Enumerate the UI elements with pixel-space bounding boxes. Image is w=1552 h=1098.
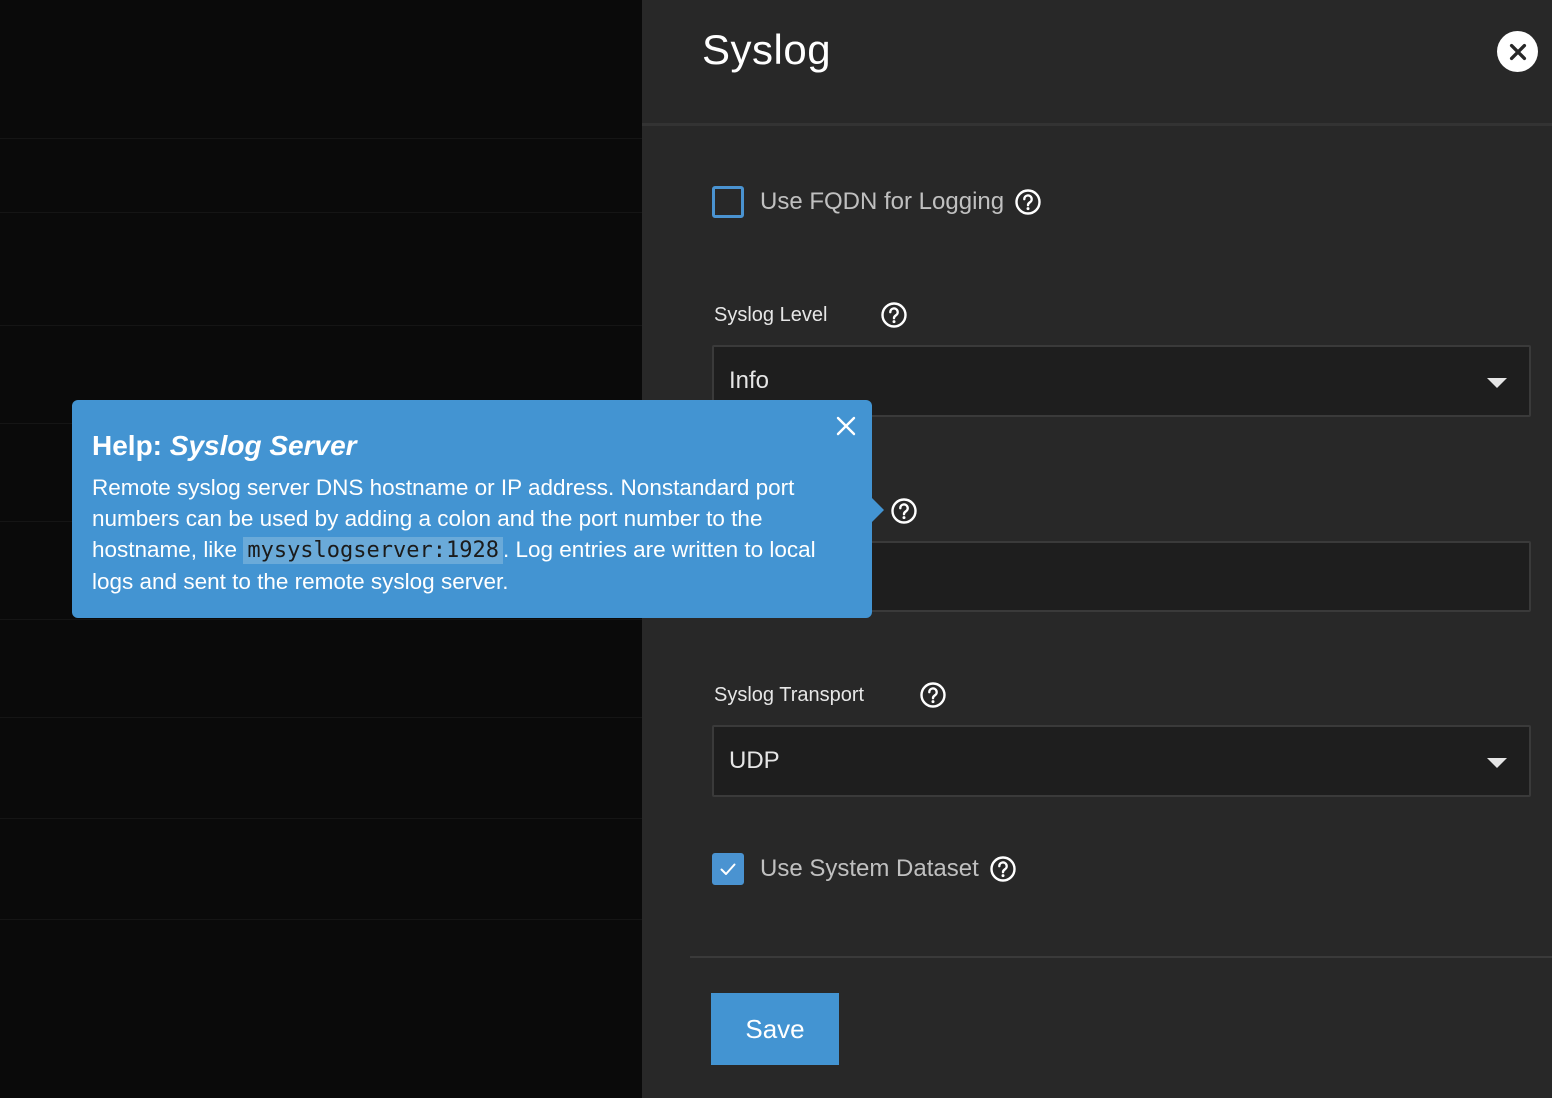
tooltip-body: Remote syslog server DNS hostname or IP … [92,472,852,597]
syslog-transport-label: Syslog Transport [714,684,865,706]
footer-divider [690,956,1552,958]
syslog-level-value: Info [729,367,770,394]
panel-title: Syslog [702,26,832,73]
tooltip-title: Help: Syslog Server [92,428,852,464]
tooltip-close-button[interactable] [834,414,858,438]
tooltip-title-field: Syslog Server [169,430,357,461]
help-tooltip: Help: Syslog Server Remote syslog server… [72,400,884,618]
tooltip-arrow [872,498,884,522]
help-circle-icon[interactable] [1014,188,1042,216]
backdrop-divider [0,212,642,213]
backdrop-divider [0,818,642,819]
caret-down-icon [1487,758,1507,768]
use-system-dataset-label: Use System Dataset [760,855,979,882]
help-circle-icon[interactable] [890,497,918,525]
tooltip-title-prefix: Help: [92,430,170,461]
close-panel-button[interactable] [1497,31,1538,72]
close-icon [1509,43,1526,60]
backdrop-divider [0,619,642,620]
use-system-dataset-checkbox[interactable] [712,853,744,885]
use-fqdn-checkbox[interactable] [712,186,744,218]
help-circle-icon[interactable] [989,855,1017,883]
use-fqdn-label: Use FQDN for Logging [760,188,1005,215]
save-button[interactable]: Save [711,993,839,1065]
backdrop-divider [0,325,642,326]
backdrop-divider [0,919,642,920]
help-circle-icon[interactable] [880,301,908,329]
tooltip-code-example: mysyslogserver:1928 [243,537,503,564]
panel-header: Syslog [642,0,1552,126]
syslog-level-label: Syslog Level [714,304,828,326]
backdrop-divider [0,717,642,718]
syslog-transport-value: UDP [729,747,780,774]
syslog-transport-select[interactable]: UDP [712,725,1531,797]
close-icon [836,416,856,436]
caret-down-icon [1487,378,1507,388]
help-circle-icon[interactable] [919,681,947,709]
check-icon [720,863,736,875]
use-fqdn-row: Use FQDN for Logging [712,186,1042,218]
use-system-dataset-row: Use System Dataset [712,853,1017,885]
backdrop-divider [0,138,642,139]
